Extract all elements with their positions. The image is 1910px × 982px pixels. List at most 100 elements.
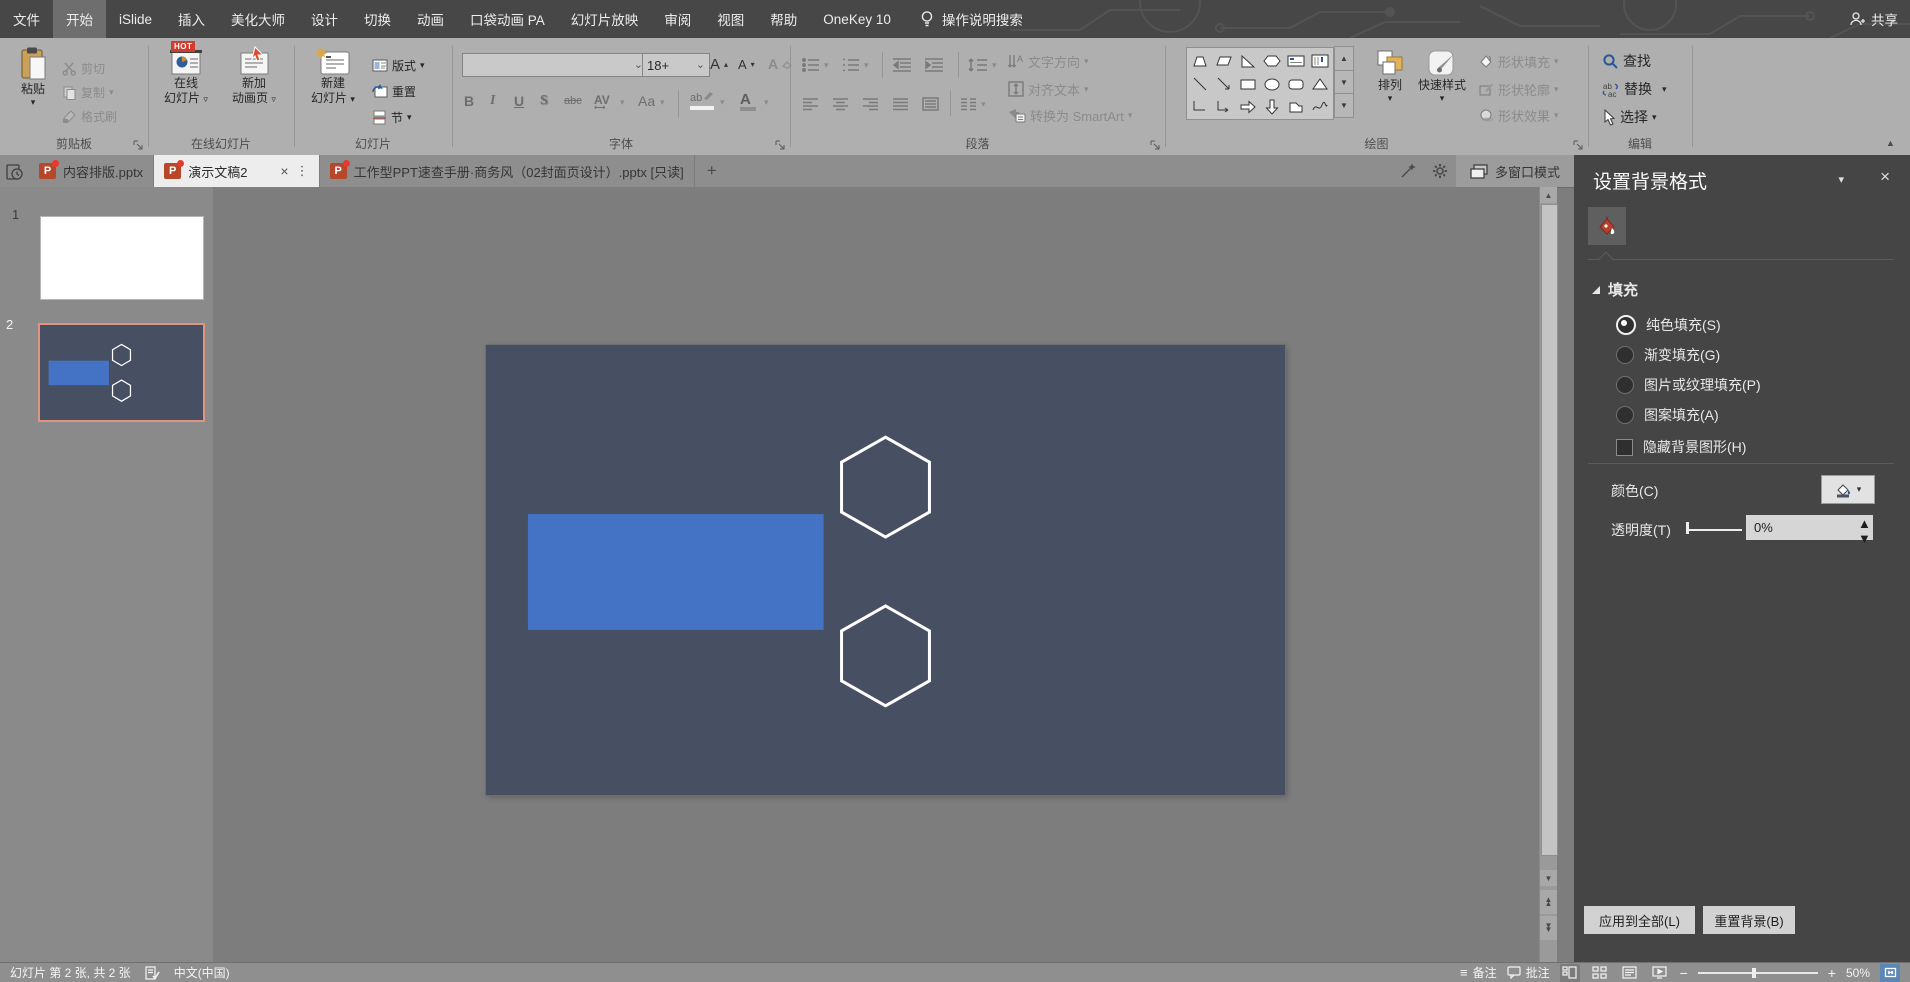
checkbox-icon[interactable] — [1616, 439, 1633, 456]
scroll-down-arrow-icon[interactable]: ▼ — [1540, 870, 1557, 886]
tab-settings-button[interactable] — [1424, 155, 1456, 187]
canvas-vertical-scrollbar[interactable]: ▲ ▼ ▲▲ ▼▼ — [1539, 187, 1557, 962]
distribute-button[interactable] — [922, 93, 939, 115]
font-size-combo[interactable]: 18+ ⌄ — [642, 53, 710, 77]
paste-dropdown-arrow-icon[interactable]: ▾ — [31, 98, 36, 107]
radio-selected-icon[interactable] — [1616, 315, 1636, 335]
bullets-button[interactable]: ▾ — [802, 54, 829, 76]
layout-button[interactable]: 版式 ▾ — [372, 54, 425, 76]
columns-dropdown-arrow-icon[interactable]: ▾ — [981, 100, 986, 109]
language-indicator[interactable]: 中文(中国) — [174, 964, 230, 981]
down-arrow-shape-icon[interactable] — [1260, 95, 1284, 118]
zoom-out-button[interactable]: − — [1680, 965, 1688, 981]
online-slide-button[interactable]: HOT 在线 幻灯片 ▿ — [156, 46, 216, 106]
radio-icon[interactable] — [1616, 406, 1634, 424]
tab-search-button[interactable] — [1392, 155, 1424, 187]
document-tab-1[interactable]: P 内容排版.pptx — [29, 155, 154, 187]
highlight-button[interactable]: ab — [690, 91, 714, 104]
hide-background-graphics-checkbox[interactable]: 隐藏背景图形(H) — [1616, 437, 1746, 457]
rounded-rectangle-shape-icon[interactable] — [1284, 72, 1308, 95]
fill-section-header[interactable]: 填充 — [1592, 279, 1638, 300]
layout-dropdown-arrow-icon[interactable]: ▾ — [420, 61, 425, 70]
normal-view-button[interactable] — [1560, 964, 1580, 982]
menu-tab-animations[interactable]: 动画 — [404, 0, 457, 38]
comments-button[interactable]: 批注 — [1507, 964, 1550, 981]
numbering-button[interactable]: ▾ — [842, 54, 869, 76]
next-slide-button[interactable]: ▼▼ — [1540, 916, 1557, 940]
slide-thumbnail-1[interactable] — [40, 216, 204, 300]
fill-option-pattern[interactable]: 图案填充(A) — [1616, 405, 1719, 425]
fit-slide-to-window-button[interactable] — [1880, 964, 1900, 982]
shapes-more-button[interactable]: ▼ — [1334, 93, 1354, 118]
menu-tab-home[interactable]: 开始 — [53, 0, 106, 38]
collapse-ribbon-button[interactable]: ▲ — [1886, 138, 1895, 148]
reset-background-button[interactable]: 重置背景(B) — [1703, 906, 1795, 934]
menu-tab-insert[interactable]: 插入 — [165, 0, 218, 38]
tell-me-search[interactable]: 操作说明搜索 — [920, 9, 1023, 29]
highlight-dropdown-arrow-icon[interactable]: ▾ — [720, 98, 725, 107]
cut-button[interactable]: 剪切 — [62, 57, 105, 79]
rectangle-shape-icon[interactable] — [1236, 72, 1260, 95]
share-button[interactable]: 共享 — [1849, 0, 1898, 38]
slide-canvas[interactable] — [213, 187, 1539, 962]
align-text-dropdown-arrow-icon[interactable]: ▾ — [1084, 85, 1089, 94]
new-slide-dropdown-arrow-icon[interactable]: ▾ — [350, 94, 355, 104]
shape-outline-button[interactable]: 形状轮廓 ▾ — [1478, 78, 1559, 100]
fill-option-gradient[interactable]: 渐变填充(G) — [1616, 345, 1720, 365]
menu-tab-pocket-animation[interactable]: 口袋动画 PA — [457, 0, 558, 38]
previous-slide-button[interactable]: ▲▲ — [1540, 890, 1557, 914]
line-spacing-button[interactable]: ▾ — [968, 54, 997, 76]
menu-tab-design[interactable]: 设计 — [298, 0, 351, 38]
zoom-slider[interactable] — [1698, 968, 1818, 978]
radio-icon[interactable] — [1616, 376, 1634, 394]
transparency-slider[interactable] — [1686, 526, 1742, 530]
numbering-dropdown-arrow-icon[interactable]: ▾ — [864, 61, 869, 70]
text-direction-button[interactable]: A 文字方向 ▾ — [1008, 50, 1089, 72]
menu-tab-islide[interactable]: iSlide — [106, 0, 165, 38]
slide-thumbnail-2-selected[interactable] — [38, 323, 205, 422]
font-color-dropdown-arrow-icon[interactable]: ▾ — [764, 98, 769, 107]
align-center-button[interactable] — [832, 93, 849, 115]
slideshow-view-button[interactable] — [1650, 964, 1670, 982]
menu-tab-review[interactable]: 审阅 — [651, 0, 704, 38]
menu-tab-beautify-master[interactable]: 美化大师 — [218, 0, 298, 38]
zoom-level[interactable]: 50% — [1846, 966, 1870, 980]
justify-button[interactable] — [892, 93, 909, 115]
elbow-connector-icon[interactable] — [1188, 95, 1212, 118]
shape-fill-button[interactable]: 形状填充 ▾ — [1478, 50, 1559, 72]
elbow-arrow-connector-icon[interactable] — [1212, 95, 1236, 118]
document-tab-2-active[interactable]: P 演示文稿2 × ⋮ — [154, 155, 319, 187]
menu-tab-slideshow[interactable]: 幻灯片放映 — [558, 0, 652, 38]
apply-to-all-button[interactable]: 应用到全部(L) — [1584, 906, 1695, 934]
right-triangle-shape-icon[interactable] — [1236, 49, 1260, 72]
panel-menu-arrow-icon[interactable]: ▾ — [1838, 173, 1844, 186]
oval-shape-icon[interactable] — [1260, 72, 1284, 95]
select-dropdown-arrow-icon[interactable]: ▾ — [1652, 113, 1657, 122]
menu-tab-view[interactable]: 视图 — [704, 0, 757, 38]
underline-button[interactable]: U — [514, 93, 524, 109]
font-color-button[interactable]: A — [740, 91, 751, 108]
shape-effects-button[interactable]: 形状效果 ▾ — [1478, 104, 1559, 126]
horizontal-text-box-icon[interactable] — [1284, 49, 1308, 72]
reading-view-button[interactable] — [1620, 964, 1640, 982]
format-painter-button[interactable]: 格式刷 — [62, 105, 117, 127]
copy-dropdown-arrow-icon[interactable]: ▾ — [109, 88, 114, 97]
slide-sorter-view-button[interactable] — [1590, 964, 1610, 982]
vertical-text-box-icon[interactable] — [1308, 49, 1332, 72]
tab-more-options-icon[interactable]: ⋮ — [296, 163, 309, 179]
increase-indent-button[interactable] — [924, 54, 944, 76]
align-left-button[interactable] — [802, 93, 819, 115]
quick-styles-button[interactable]: 快速样式 ▾ — [1413, 48, 1471, 103]
shape-effects-dropdown-arrow-icon[interactable]: ▾ — [1554, 111, 1559, 120]
hexagon-shape-icon[interactable] — [1260, 49, 1284, 72]
select-button[interactable]: 选择 ▾ — [1602, 106, 1657, 128]
menu-tab-help[interactable]: 帮助 — [757, 0, 810, 38]
character-spacing-button[interactable]: AV⟷ — [594, 93, 610, 112]
slide-shape-hexagon-top[interactable] — [842, 437, 930, 537]
new-animation-dropdown-arrow-icon[interactable]: ▿ — [271, 94, 276, 104]
slide-shape-hexagon-bottom[interactable] — [842, 606, 930, 706]
increase-font-size-button[interactable]: A▴ — [710, 53, 728, 75]
font-size-dropdown-arrow-icon[interactable]: ⌄ — [696, 60, 705, 71]
notes-button[interactable]: ≡ 备注 — [1460, 964, 1497, 981]
arrow-shape-icon[interactable] — [1212, 72, 1236, 95]
